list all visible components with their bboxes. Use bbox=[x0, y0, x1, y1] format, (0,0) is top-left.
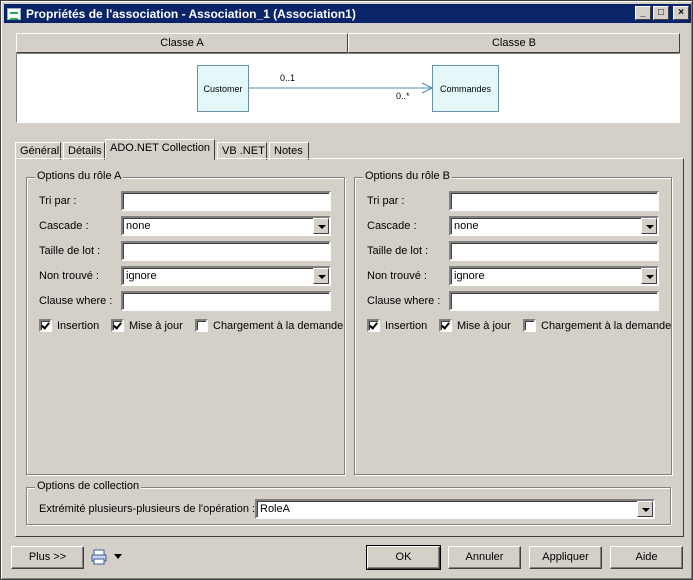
role-a-cascade-label: Cascade : bbox=[39, 220, 89, 232]
role-a-non-trouve-label: Non trouvé : bbox=[39, 270, 99, 282]
role-b-non-trouve-label: Non trouvé : bbox=[367, 270, 427, 282]
role-a-legend: Options du rôle A bbox=[35, 170, 124, 182]
minimize-button[interactable]: _ bbox=[635, 6, 651, 20]
checkbox-box[interactable] bbox=[523, 319, 536, 332]
collection-label: Extrémité plusieurs-plusieurs de l'opéra… bbox=[39, 503, 256, 515]
print-dropdown-icon[interactable] bbox=[114, 554, 122, 559]
role-a-tri-par-label: Tri par : bbox=[39, 195, 77, 207]
role-a-cascade-value: none bbox=[126, 220, 151, 232]
role-b-insertion-label: Insertion bbox=[385, 319, 428, 332]
window-title: Propriétés de l'association - Associatio… bbox=[26, 6, 356, 21]
role-a-mise-a-jour-checkbox[interactable]: Mise à jour bbox=[111, 319, 183, 332]
role-a-mise-a-jour-label: Mise à jour bbox=[129, 319, 183, 332]
tab-panel: Options du rôle A Tri par : Cascade : no… bbox=[15, 158, 684, 537]
role-b-non-trouve-select[interactable]: ignore bbox=[449, 266, 659, 286]
checkbox-box[interactable] bbox=[367, 319, 380, 332]
checkbox-box[interactable] bbox=[39, 319, 52, 332]
target-multiplicity: 0..* bbox=[396, 91, 410, 101]
chevron-down-icon[interactable] bbox=[641, 268, 657, 284]
role-a-taille-lot-label: Taille de lot : bbox=[39, 245, 101, 257]
role-b-clause-where-input[interactable] bbox=[449, 291, 659, 311]
annuler-button[interactable]: Annuler bbox=[448, 546, 521, 569]
checkbox-box[interactable] bbox=[439, 319, 452, 332]
close-button[interactable]: × bbox=[673, 6, 689, 20]
role-b-clause-where-label: Clause where : bbox=[367, 295, 441, 307]
collection-value: RoleA bbox=[260, 503, 290, 515]
class-header: Classe A Classe B bbox=[16, 33, 680, 53]
role-b-cascade-select[interactable]: none bbox=[449, 216, 659, 236]
role-b-tri-par-label: Tri par : bbox=[367, 195, 405, 207]
role-a-tri-par-input[interactable] bbox=[121, 191, 331, 211]
tab-ado-net-collection[interactable]: ADO.NET Collection bbox=[105, 139, 215, 160]
role-b-mise-a-jour-label: Mise à jour bbox=[457, 319, 511, 332]
role-b-chargement-checkbox[interactable]: Chargement à la demande bbox=[523, 319, 671, 332]
role-b-tri-par-input[interactable] bbox=[449, 191, 659, 211]
role-b-taille-lot-input[interactable] bbox=[449, 241, 659, 261]
role-b-taille-lot-label: Taille de lot : bbox=[367, 245, 429, 257]
role-a-taille-lot-input[interactable] bbox=[121, 241, 331, 261]
chevron-down-icon[interactable] bbox=[313, 268, 329, 284]
role-b-cascade-value: none bbox=[454, 220, 479, 232]
maximize-button[interactable]: □ bbox=[653, 6, 669, 20]
association-diagram: Customer 0..1 0..* Commandes bbox=[16, 53, 680, 123]
title-bar[interactable]: Propriétés de l'association - Associatio… bbox=[4, 4, 691, 23]
role-a-non-trouve-value: ignore bbox=[126, 270, 157, 282]
plus-button[interactable]: Plus >> bbox=[11, 546, 84, 569]
role-a-chargement-label: Chargement à la demande bbox=[213, 319, 344, 332]
role-b-chargement-label: Chargement à la demande bbox=[541, 319, 672, 332]
role-a-clause-where-input[interactable] bbox=[121, 291, 331, 311]
role-a-insertion-checkbox[interactable]: Insertion bbox=[39, 319, 99, 332]
collection-select[interactable]: RoleA bbox=[255, 499, 655, 519]
commandes-class-box: Commandes bbox=[432, 65, 499, 112]
role-b-legend: Options du rôle B bbox=[363, 170, 452, 182]
appliquer-button[interactable]: Appliquer bbox=[529, 546, 602, 569]
class-a-header[interactable]: Classe A bbox=[16, 33, 348, 53]
printer-icon[interactable] bbox=[91, 549, 107, 565]
collection-legend: Options de collection bbox=[35, 480, 142, 492]
checkbox-box[interactable] bbox=[111, 319, 124, 332]
association-line bbox=[249, 82, 434, 94]
association-app-icon bbox=[7, 7, 21, 20]
role-a-group: Options du rôle A Tri par : Cascade : no… bbox=[26, 170, 345, 475]
chevron-down-icon[interactable] bbox=[641, 218, 657, 234]
source-multiplicity: 0..1 bbox=[280, 73, 296, 83]
role-a-non-trouve-select[interactable]: ignore bbox=[121, 266, 331, 286]
checkbox-box[interactable] bbox=[195, 319, 208, 332]
role-b-insertion-checkbox[interactable]: Insertion bbox=[367, 319, 427, 332]
chevron-down-icon[interactable] bbox=[313, 218, 329, 234]
chevron-down-icon[interactable] bbox=[637, 501, 653, 517]
class-b-header[interactable]: Classe B bbox=[348, 33, 680, 53]
role-b-mise-a-jour-checkbox[interactable]: Mise à jour bbox=[439, 319, 511, 332]
role-b-non-trouve-value: ignore bbox=[454, 270, 485, 282]
role-a-cascade-select[interactable]: none bbox=[121, 216, 331, 236]
aide-button[interactable]: Aide bbox=[610, 546, 683, 569]
role-a-insertion-label: Insertion bbox=[57, 319, 100, 332]
ok-button[interactable]: OK bbox=[366, 545, 441, 570]
role-b-group: Options du rôle B Tri par : Cascade : no… bbox=[354, 170, 672, 475]
collection-group: Options de collection Extrémité plusieur… bbox=[26, 480, 671, 525]
role-a-chargement-checkbox[interactable]: Chargement à la demande bbox=[195, 319, 343, 332]
role-b-cascade-label: Cascade : bbox=[367, 220, 417, 232]
properties-dialog: Propriétés de l'association - Associatio… bbox=[0, 0, 693, 580]
role-a-clause-where-label: Clause where : bbox=[39, 295, 113, 307]
